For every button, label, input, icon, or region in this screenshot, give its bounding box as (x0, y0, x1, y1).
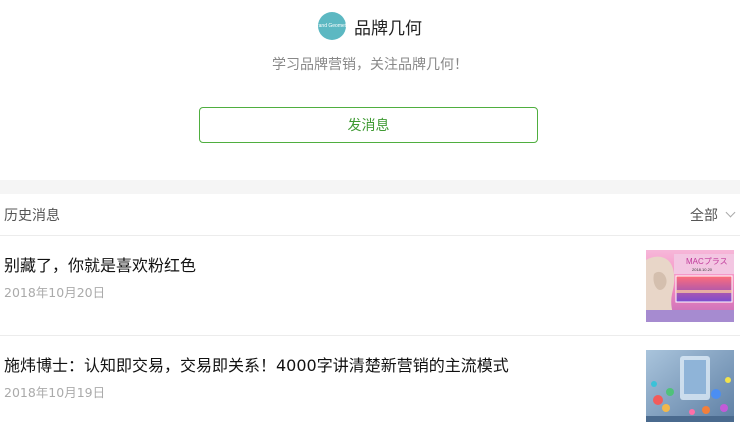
brand-row: Brand Geometry 品牌几何 (0, 12, 740, 40)
thumbnail-image: MACプラス 2018.10.20 (646, 250, 734, 322)
history-header: 历史消息 全部 (0, 194, 740, 236)
article-item[interactable]: 施炜博士：认知即交易，交易即关系！4000字讲清楚新营销的主流模式 2018年1… (0, 336, 740, 428)
filter-dropdown[interactable]: 全部 (690, 205, 740, 225)
article-thumbnail[interactable] (646, 350, 734, 422)
send-message-button[interactable]: 发消息 (199, 107, 538, 143)
profile-header: Brand Geometry 品牌几何 学习品牌营销，关注品牌几何！ 发消息 (0, 0, 740, 180)
section-divider (0, 180, 740, 194)
avatar-logo-text: Brand Geometry (313, 23, 351, 29)
thumbnail-subcaption: 2018.10.20 (692, 267, 713, 272)
article-title[interactable]: 别藏了，你就是喜欢粉红色 (4, 252, 196, 276)
history-title: 历史消息 (4, 207, 60, 224)
article-date: 2018年10月19日 (4, 385, 106, 400)
filter-label: 全部 (690, 207, 718, 224)
chevron-down-icon (725, 207, 736, 218)
article-title[interactable]: 施炜博士：认知即交易，交易即关系！4000字讲清楚新营销的主流模式 (4, 352, 509, 376)
account-slogan: 学习品牌营销，关注品牌几何！ (272, 57, 468, 73)
article-date: 2018年10月20日 (4, 285, 106, 300)
article-thumbnail[interactable]: MACプラス 2018.10.20 (646, 250, 734, 322)
account-name: 品牌几何 (354, 18, 422, 39)
avatar[interactable]: Brand Geometry (314, 12, 350, 40)
article-item[interactable]: 别藏了，你就是喜欢粉红色 2018年10月20日 MACプラス 2018.10.… (0, 236, 740, 336)
thumbnail-caption: MACプラス (686, 257, 728, 266)
thumbnail-image (646, 350, 734, 422)
